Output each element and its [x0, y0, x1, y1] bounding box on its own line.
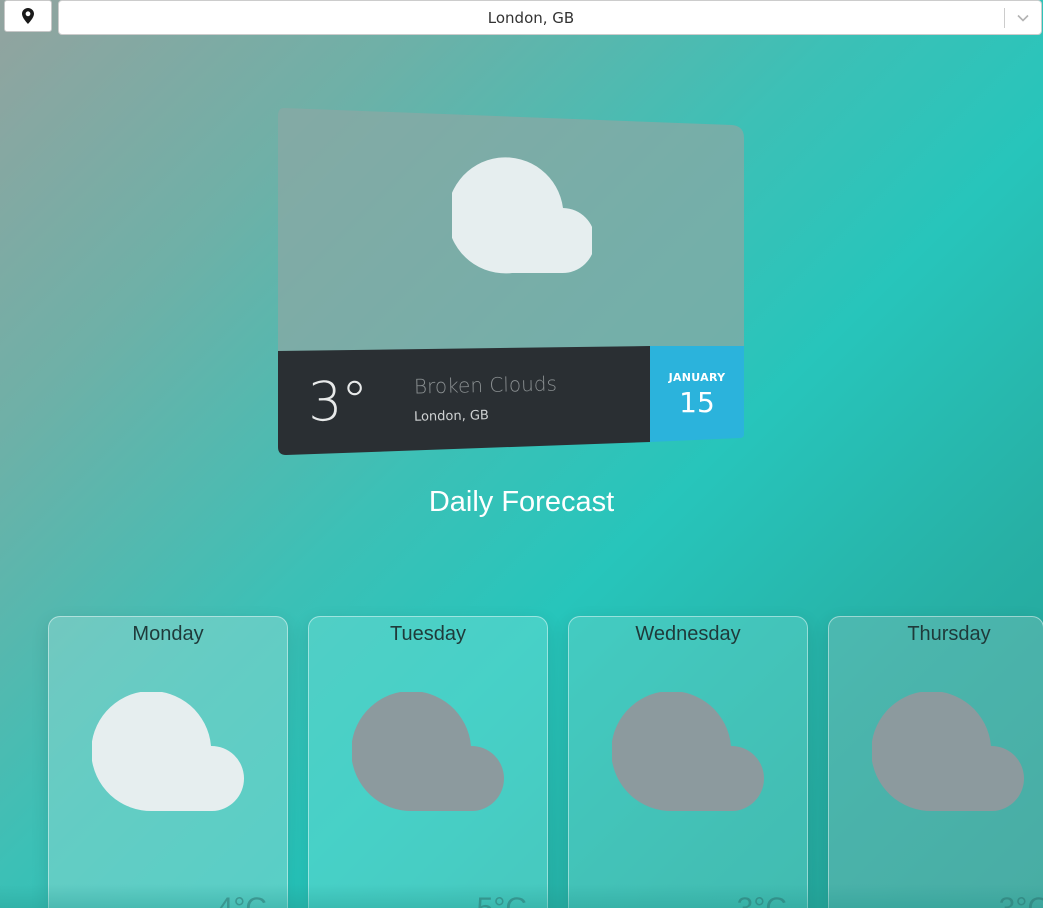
chevron-down-icon[interactable]	[1013, 9, 1033, 27]
broken-clouds-icon	[452, 157, 592, 274]
forecast-card-monday[interactable]: Monday 4°C	[48, 616, 288, 908]
current-location: London, GB	[413, 408, 490, 425]
cloud-icon	[612, 692, 764, 812]
select-separator	[1004, 8, 1005, 28]
forecast-day-label: Monday	[132, 623, 204, 645]
date-month: JANUARY	[668, 371, 726, 384]
forecast-temp: 3°C	[737, 892, 787, 908]
locate-button[interactable]	[4, 0, 52, 32]
current-condition: Broken Clouds	[413, 371, 558, 399]
current-weather-card: 3° Broken Clouds London, GB JANUARY 15	[278, 108, 744, 455]
cloud-icon	[872, 692, 1024, 812]
forecast-temp: 5°C	[477, 892, 527, 908]
forecast-card-thursday[interactable]: Thursday 3°C	[828, 616, 1043, 908]
forecast-temp: 3°C	[999, 892, 1043, 908]
section-title: Daily Forecast	[428, 486, 615, 518]
date-day: 15	[679, 386, 715, 419]
map-pin-icon	[22, 8, 34, 24]
forecast-temp: 4°C	[217, 892, 267, 908]
forecast-card-wednesday[interactable]: Wednesday 3°C	[568, 616, 808, 908]
forecast-day-label: Wednesday	[635, 623, 741, 645]
current-temperature: 3°	[307, 369, 369, 434]
forecast-day-label: Thursday	[907, 623, 991, 645]
location-select[interactable]: London, GB	[58, 0, 1042, 35]
forecast-day-label: Tuesday	[390, 623, 466, 645]
forecast-card-tuesday[interactable]: Tuesday 5°C	[308, 616, 548, 908]
location-select-value: London, GB	[487, 8, 575, 27]
cloud-icon	[92, 692, 244, 812]
cloud-icon	[352, 692, 504, 812]
